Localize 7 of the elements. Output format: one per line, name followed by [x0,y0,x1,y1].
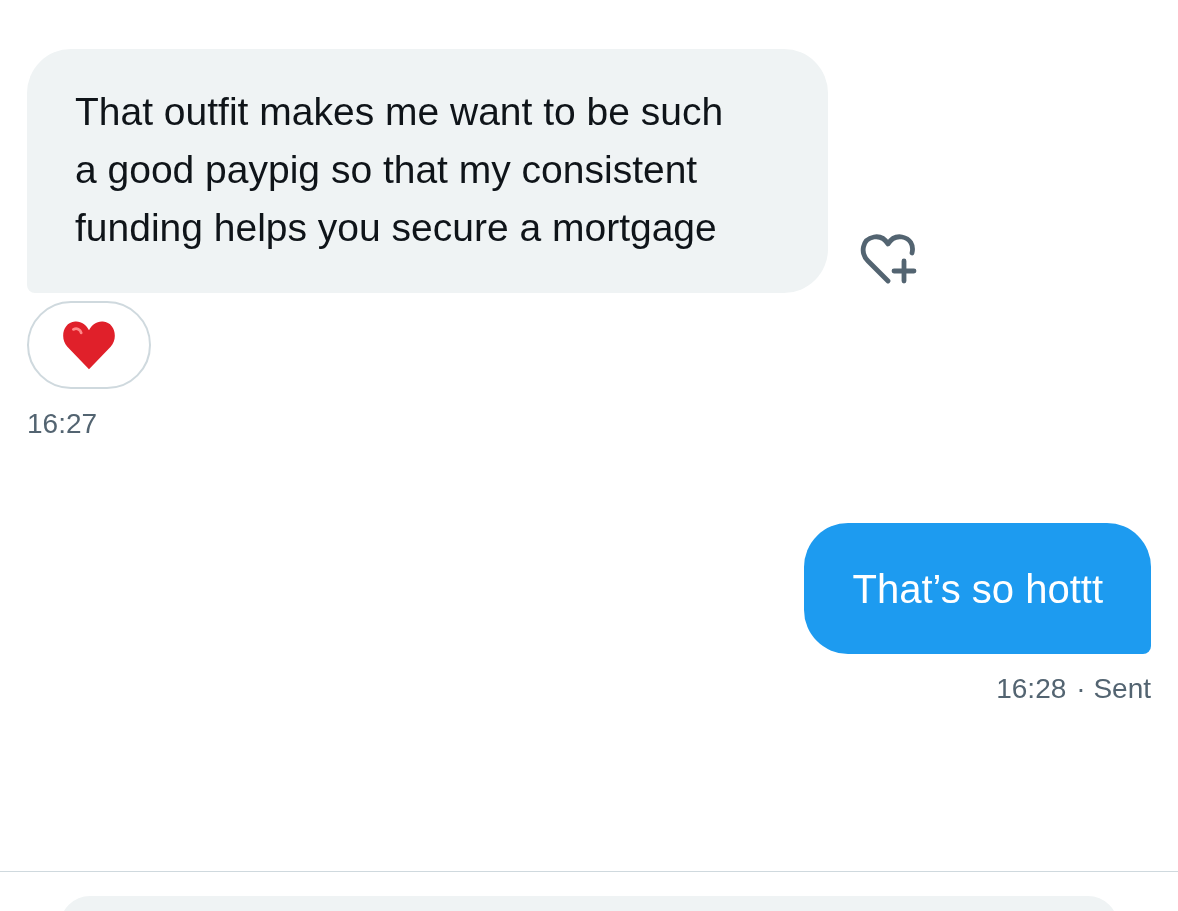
message-status: · Sent [1076,672,1151,706]
message-time: 16:27 [27,407,98,441]
message-time: 16:28 [996,672,1067,706]
message-text: That outfit makes me want to be such a good paypig so that my consistent funding helps you secure a mortgage [75,89,725,251]
message-text: That’s so hottt [852,565,1103,613]
heart-icon [61,319,117,371]
reaction-pill[interactable] [27,301,151,389]
